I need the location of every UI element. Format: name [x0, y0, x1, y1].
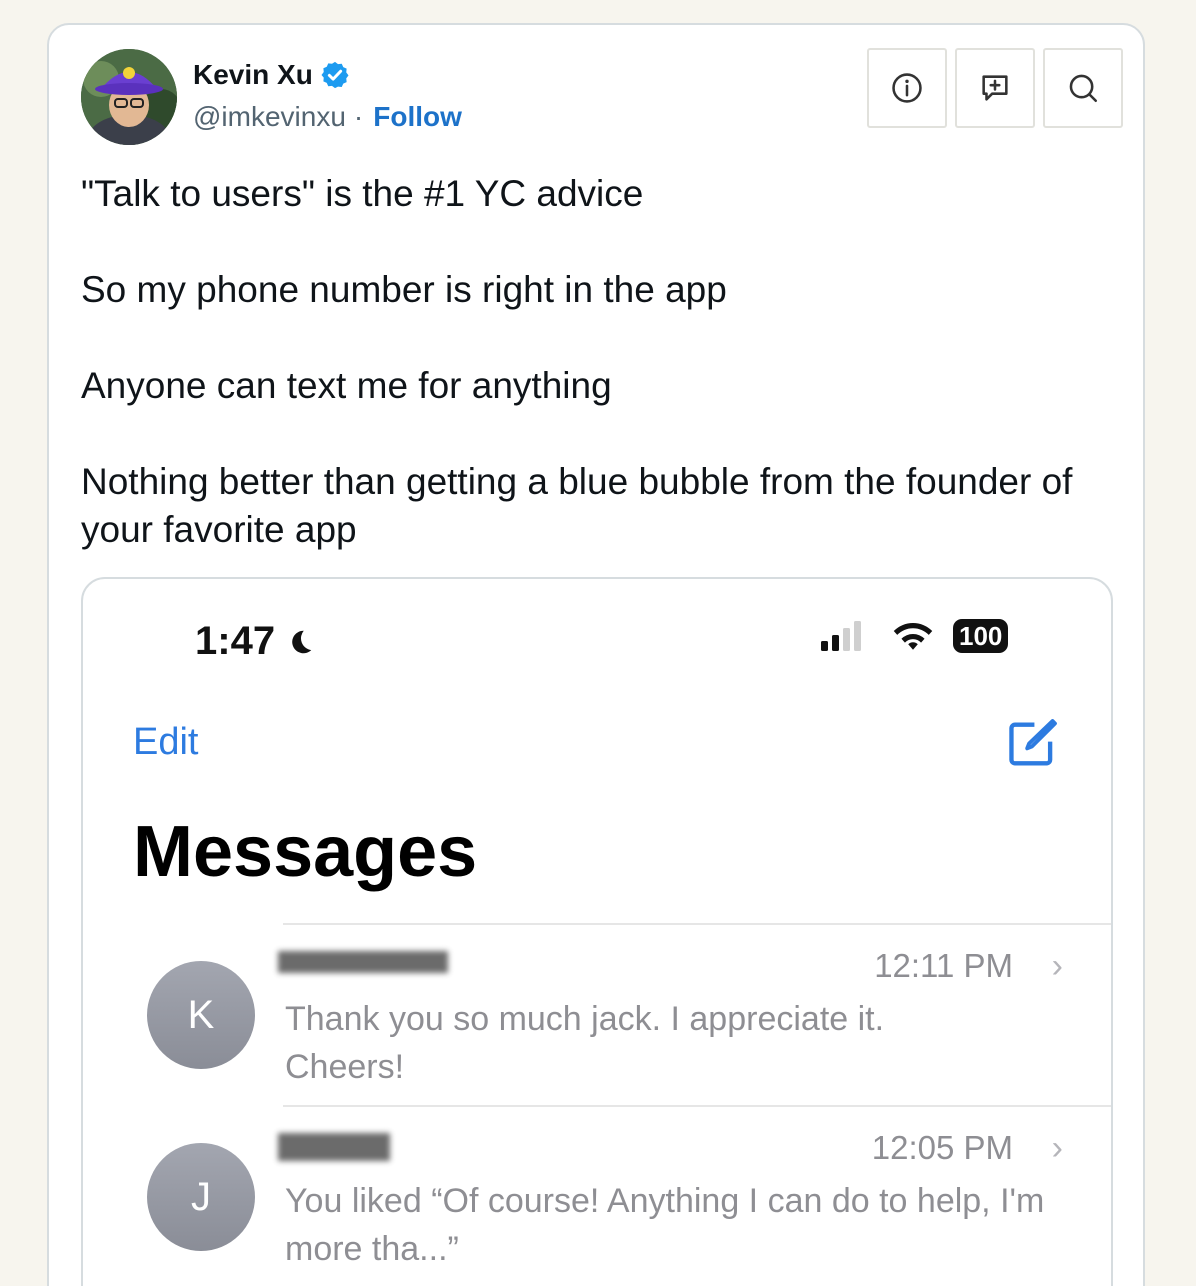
tweet-paragraph: "Talk to users" is the #1 YC advice	[81, 173, 644, 214]
conversation-row[interactable]: K 12:11 PM › Thank you so much jack. I a…	[83, 925, 1111, 1105]
author-handle-row: @imkevinxu · Follow	[193, 101, 462, 133]
chevron-right-icon: ›	[1051, 1129, 1063, 1167]
compose-icon	[1009, 719, 1057, 766]
status-time-text: 1:47	[195, 619, 276, 663]
contact-avatar: K	[147, 961, 255, 1069]
reply-button[interactable]	[955, 48, 1035, 128]
battery-indicator: 100	[953, 619, 1009, 653]
message-preview: You liked “Of course! Anything I can do …	[285, 1182, 1045, 1268]
blurred-contact-name	[278, 1133, 390, 1161]
status-bar-time: 1:47	[195, 619, 315, 664]
tweet-paragraph: Nothing better than getting a blue bubbl…	[81, 461, 1073, 550]
wifi-icon	[893, 623, 933, 650]
author-name-row: Kevin Xu	[193, 59, 350, 91]
search-icon	[1069, 74, 1098, 103]
status-bar-indicators: 100	[821, 619, 1009, 653]
signal-icon	[821, 621, 861, 651]
attached-screenshot[interactable]: 1:47 100 Edit Messages K 12:11 PM › Than…	[81, 577, 1113, 1286]
reply-icon	[982, 75, 1008, 101]
verified-badge-icon	[320, 60, 350, 90]
info-icon	[892, 73, 922, 103]
tweet-paragraph: Anyone can text me for anything	[81, 365, 612, 406]
info-button[interactable]	[867, 48, 947, 128]
blurred-contact-name	[278, 951, 448, 973]
message-preview: Thank you so much jack. I appreciate it.…	[285, 1000, 885, 1086]
author-avatar[interactable]	[81, 49, 177, 145]
chevron-right-icon: ›	[1051, 947, 1063, 985]
tweet-text: "Talk to users" is the #1 YC advice So m…	[81, 170, 1121, 554]
separator-dot: ·	[353, 101, 364, 132]
avatar-image	[81, 49, 177, 145]
tweet-paragraph: So my phone number is right in the app	[81, 269, 727, 310]
author-handle[interactable]: @imkevinxu	[193, 101, 346, 133]
author-name[interactable]: Kevin Xu	[193, 59, 313, 91]
search-button[interactable]	[1043, 48, 1123, 128]
message-time: 12:11 PM	[874, 947, 1013, 984]
contact-avatar: J	[147, 1143, 255, 1251]
edit-button[interactable]: Edit	[133, 721, 198, 764]
conversation-row[interactable]: J 12:05 PM › You liked “Of course! Anyth…	[83, 1107, 1111, 1286]
moon-icon	[292, 630, 312, 653]
compose-button[interactable]	[1003, 715, 1061, 778]
tweet-card: Kevin Xu @imkevinxu · Follow "Talk to us…	[47, 23, 1145, 1286]
follow-button[interactable]: Follow	[373, 101, 462, 133]
message-time: 12:05 PM	[871, 1129, 1013, 1166]
messages-title: Messages	[133, 812, 478, 892]
